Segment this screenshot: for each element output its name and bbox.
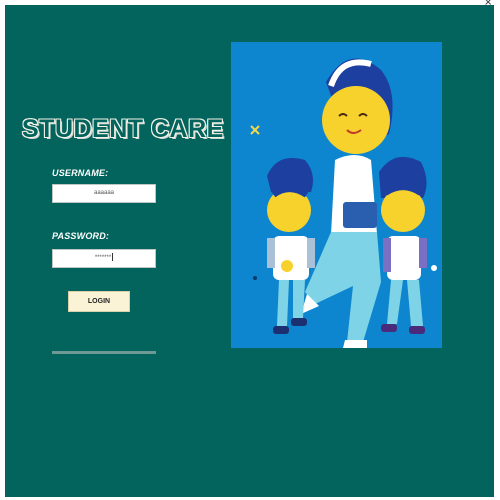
- sparkle-dot: [253, 276, 257, 280]
- login-button[interactable]: LOGIN: [68, 291, 130, 312]
- password-label: PASSWORD:: [52, 231, 110, 241]
- username-field[interactable]: aaaaaa: [52, 184, 156, 203]
- text-caret: [112, 253, 114, 262]
- sparkle-icon: [250, 125, 260, 135]
- divider: [52, 351, 156, 354]
- sparkle-dot: [431, 265, 437, 271]
- close-icon[interactable]: ×: [484, 0, 494, 8]
- password-field[interactable]: *******: [52, 249, 156, 268]
- app-title: STUDENT CARE: [22, 115, 224, 143]
- illustration-art: [250, 58, 437, 348]
- student-figure-right: [379, 156, 427, 334]
- teacher-with-children-illustration: [231, 42, 442, 348]
- login-window: × STUDENT CARE USERNAME: aaaaaa PASSWORD…: [5, 0, 494, 497]
- password-value: *******: [94, 255, 112, 261]
- username-label: USERNAME:: [52, 168, 109, 178]
- teacher-figure: [301, 58, 393, 348]
